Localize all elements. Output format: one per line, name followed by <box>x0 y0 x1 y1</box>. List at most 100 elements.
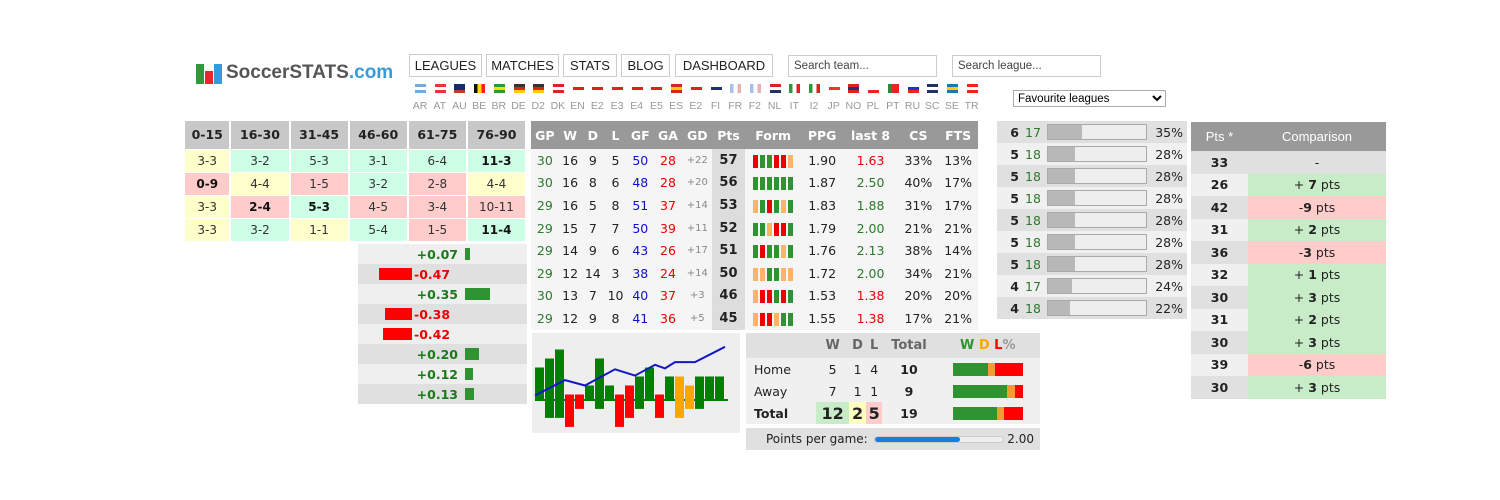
flag-label[interactable]: RU <box>903 100 923 112</box>
flag-icon-sc[interactable] <box>927 84 939 93</box>
flag-icon-dk[interactable] <box>552 84 564 93</box>
nav-leagues[interactable]: LEAGUES <box>409 54 482 77</box>
flag-label[interactable]: BE <box>469 100 489 112</box>
flag-label[interactable]: PL <box>863 100 883 112</box>
flag-icon-en[interactable] <box>572 84 584 93</box>
flag-label[interactable]: SC <box>922 100 942 112</box>
flag-icon-tr[interactable] <box>966 84 978 93</box>
flag-label[interactable]: AR <box>410 100 430 112</box>
flag-label[interactable]: PT <box>883 100 903 112</box>
flag-icon-e4[interactable] <box>631 84 643 93</box>
wdl-d-segment <box>987 362 995 376</box>
stats-ga: 26 <box>653 239 683 262</box>
nav-matches[interactable]: MATCHES <box>486 54 559 77</box>
flag-icon-at[interactable] <box>434 84 446 93</box>
form-w-block <box>767 177 773 191</box>
ppg-diff-value: +0.12 <box>416 367 458 382</box>
percentage-value: 24% <box>1155 278 1183 294</box>
flag-label[interactable]: D2 <box>528 100 548 112</box>
form-l-block <box>767 290 773 304</box>
points-comparison-table: Pts * Comparison 33-26 + 7 pts 42 -9 pts 31 + … <box>1191 122 1386 399</box>
flag-label[interactable]: FR <box>725 100 745 112</box>
stats-pts: 57 <box>712 149 745 172</box>
nav-stats[interactable]: STATS <box>563 54 617 77</box>
nav-dashboard[interactable]: DASHBOARD <box>675 54 773 77</box>
flag-icon-de[interactable] <box>513 84 525 93</box>
flag-icon-d2[interactable] <box>533 84 545 93</box>
flag-label[interactable]: ES <box>666 100 686 112</box>
ppg-progress-bar <box>873 435 1004 443</box>
form-w-block <box>760 199 766 213</box>
flag-label[interactable]: AU <box>449 100 469 112</box>
search-team-input[interactable] <box>788 55 937 77</box>
flag-label[interactable]: E2 <box>686 100 706 112</box>
flag-label[interactable]: DK <box>548 100 568 112</box>
stats-d: 7 <box>581 216 605 240</box>
flag-icon-ar[interactable] <box>415 84 426 93</box>
flag-icon-jp[interactable] <box>828 84 840 93</box>
flag-icon-it[interactable] <box>789 84 801 93</box>
flag-icon-no[interactable] <box>848 84 860 93</box>
flag-icon-e2[interactable] <box>592 84 604 93</box>
flag-icon-fi[interactable] <box>710 84 722 93</box>
timing-cell: 0-9 <box>185 171 232 195</box>
flag-label[interactable]: E2 <box>587 100 607 112</box>
timing-header: 76-90 <box>466 121 528 149</box>
stats-gp: 30 <box>531 149 559 172</box>
favourite-leagues-select[interactable]: Favourite leagues <box>1013 90 1166 107</box>
flag-icon-se[interactable] <box>946 84 958 93</box>
flag-label[interactable]: IT <box>784 100 804 112</box>
flag-icon-e2[interactable] <box>690 84 702 93</box>
flag-icon-e5[interactable] <box>651 84 663 93</box>
search-league-input[interactable] <box>952 55 1101 77</box>
stats-gd: +22 <box>682 149 713 172</box>
flag-label[interactable]: AT <box>430 100 450 112</box>
comparison-row: 30 + 3 pts <box>1191 376 1386 399</box>
ppg-label: Points per game: <box>766 432 868 446</box>
form-w-block <box>788 199 794 213</box>
flag-label[interactable]: DE <box>509 100 529 112</box>
flag-label[interactable]: FI <box>706 100 726 112</box>
stats-gf: 50 <box>626 216 654 240</box>
percentage-value: 35% <box>1155 124 1183 140</box>
flag-label[interactable]: E4 <box>627 100 647 112</box>
flag-icon-pl[interactable] <box>868 84 880 93</box>
flag-label[interactable]: SE <box>942 100 962 112</box>
stats-w: 15 <box>558 216 582 240</box>
flag-icon-f2[interactable] <box>749 84 761 93</box>
flag-icon-be[interactable] <box>474 84 486 93</box>
logo[interactable]: SoccerSTATS.com <box>196 62 393 84</box>
form-w-block <box>753 245 759 259</box>
flag-label[interactable]: JP <box>824 100 844 112</box>
flag-label[interactable]: TR <box>962 100 982 112</box>
flag-icon-nl[interactable] <box>769 84 781 93</box>
flag-label[interactable]: BR <box>489 100 509 112</box>
stats-l: 10 <box>604 284 627 308</box>
flag-icon-pt[interactable] <box>887 84 899 93</box>
flag-icon-i2[interactable] <box>809 84 820 93</box>
flag-label[interactable]: NL <box>765 100 785 112</box>
flag-icon-ru[interactable] <box>907 84 919 93</box>
nav-blog[interactable]: BLOG <box>621 54 670 77</box>
total-value: 17 <box>1025 278 1041 294</box>
ppg-diff-value: +0.07 <box>416 247 458 262</box>
form-d-block <box>767 222 773 236</box>
flag-label[interactable]: E3 <box>607 100 627 112</box>
flag-icon-br[interactable] <box>493 84 505 93</box>
flag-label[interactable]: NO <box>843 100 863 112</box>
flag-label[interactable]: F2 <box>745 100 765 112</box>
stats-header: GP <box>531 121 559 149</box>
flag-label[interactable]: E5 <box>646 100 666 112</box>
form-w-block <box>767 154 773 168</box>
wdl-l-segment <box>1004 406 1023 420</box>
wdl-header-l: L <box>865 333 883 358</box>
flag-icon-fr[interactable] <box>730 84 742 93</box>
flag-label[interactable]: EN <box>568 100 588 112</box>
flag-label[interactable]: I2 <box>804 100 824 112</box>
flag-icon-es[interactable] <box>671 84 683 93</box>
form-l-block <box>760 290 766 304</box>
pts-value: 30 <box>1191 331 1248 354</box>
form-d-block <box>788 267 794 281</box>
flag-icon-e3[interactable] <box>612 84 623 93</box>
flag-icon-au[interactable] <box>454 84 466 93</box>
